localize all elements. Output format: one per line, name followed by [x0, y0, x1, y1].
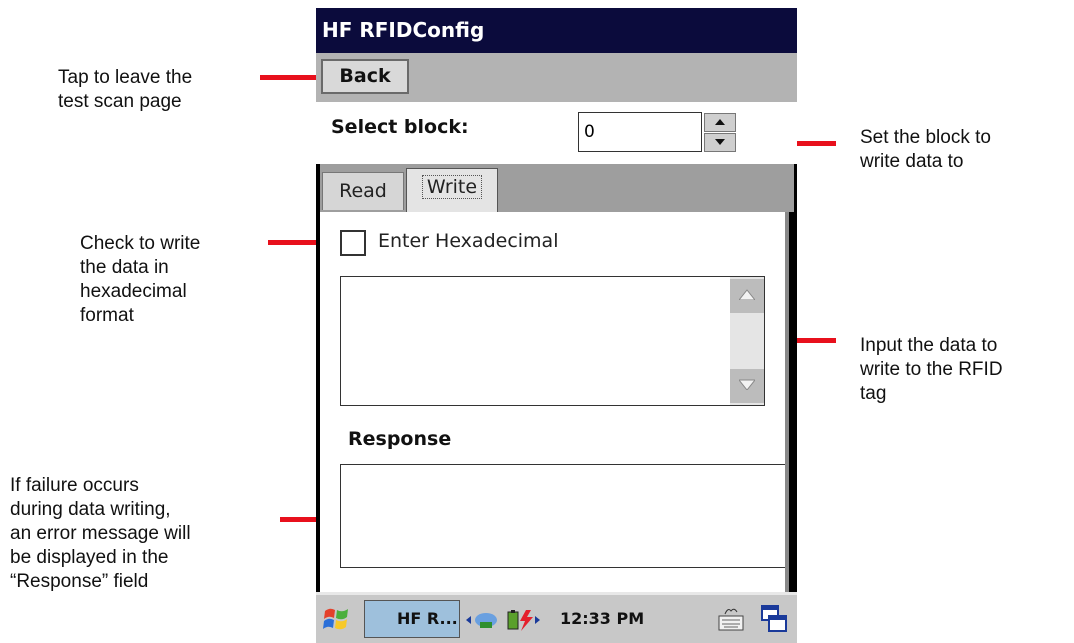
callout-hex-line-2: the data in [80, 257, 169, 278]
arrow-up-icon [715, 119, 725, 125]
arrow-up-icon [739, 289, 755, 300]
battery-charging-icon [507, 609, 540, 631]
callout-hex-line-1: Check to write [80, 233, 201, 254]
callout-response-line-2: during data writing, [10, 499, 171, 520]
windows-start-icon[interactable] [322, 605, 352, 633]
callout-back-line-1: Tap to leave the [58, 67, 193, 88]
clock: 12:33 PM [560, 609, 645, 628]
network-icon [466, 612, 497, 628]
callout-hex-line-4: format [80, 305, 134, 326]
callout-back-line-2: test scan page [58, 91, 182, 112]
block-spin-up-button[interactable] [704, 113, 736, 132]
callout-hex-line-3: hexadecimal [80, 281, 187, 302]
callout-back-pointer [260, 75, 320, 80]
tab-write-label: Write [421, 175, 483, 199]
callout-response-line-5: “Response” field [10, 571, 149, 592]
tab-strip: Read Write [320, 164, 794, 212]
keyboard-icon[interactable] [716, 604, 746, 634]
taskbar: HF R... 12:33 PM [316, 592, 797, 643]
block-spin-down-button[interactable] [704, 133, 736, 152]
select-block-label: Select block: [331, 116, 469, 138]
callout-data-line-3: tag [860, 383, 887, 404]
callout-response-line-3: an error message will [10, 523, 191, 544]
block-row: Select block: 0 [316, 102, 797, 164]
callout-block-line-1: Set the block to [860, 127, 991, 148]
scroll-up-button[interactable] [730, 279, 764, 313]
window-title: HF RFIDConfig [316, 8, 797, 53]
callout-hex: Check to write the data in hexadecimal f… [80, 232, 200, 328]
callout-block: Set the block to write data to [860, 126, 991, 174]
device-screen: HF RFIDConfig Back Select block: 0 Read … [316, 8, 797, 643]
tab-write[interactable]: Write [406, 168, 498, 212]
callout-response: If failure occurs during data writing, a… [10, 474, 191, 594]
callout-data-line-2: write to the RFID [860, 359, 1003, 380]
hex-checkbox-label[interactable]: Enter Hexadecimal [378, 230, 558, 252]
callout-back: Tap to leave the test scan page [58, 66, 192, 114]
callout-data-line-1: Input the data to [860, 335, 998, 356]
switch-windows-icon[interactable] [760, 604, 788, 634]
write-panel: Enter Hexadecimal Response [320, 212, 789, 592]
callout-response-line-4: be displayed in the [10, 547, 169, 568]
tab-read[interactable]: Read [322, 172, 404, 210]
arrow-down-icon [715, 139, 725, 145]
block-number-input[interactable]: 0 [578, 112, 702, 152]
system-tray[interactable] [466, 603, 540, 635]
taskbar-app-button[interactable]: HF R... [364, 600, 460, 638]
back-button[interactable]: Back [321, 59, 409, 94]
callout-block-line-2: write data to [860, 151, 964, 172]
menu-bar: Back [316, 53, 797, 102]
hex-checkbox[interactable] [340, 230, 366, 256]
callout-response-line-1: If failure occurs [10, 475, 139, 496]
scroll-down-button[interactable] [730, 369, 764, 403]
callout-data: Input the data to write to the RFID tag [860, 334, 1003, 406]
data-scrollbar[interactable] [730, 277, 764, 405]
data-input[interactable] [340, 276, 765, 406]
arrow-down-icon [739, 379, 755, 390]
response-field[interactable] [340, 464, 785, 568]
response-label: Response [348, 428, 452, 450]
